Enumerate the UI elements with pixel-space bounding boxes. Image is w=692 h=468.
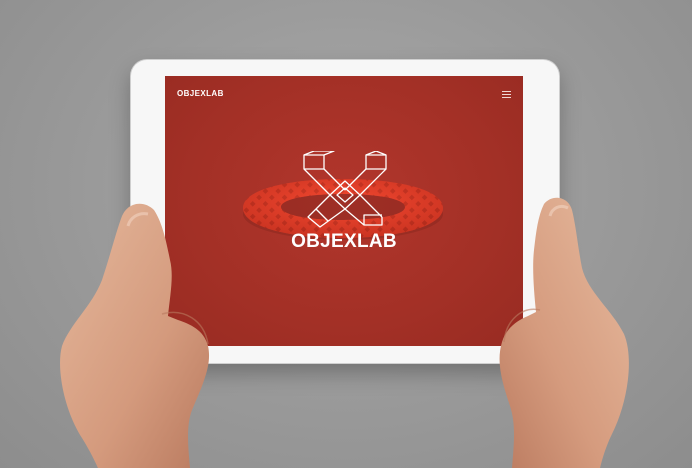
- website-screen: OBJEXLAB OBJEXLAB: [165, 76, 523, 346]
- right-hand-image: [499, 197, 629, 468]
- hamburger-menu-icon[interactable]: [502, 91, 511, 98]
- site-brand-logo[interactable]: OBJEXLAB: [177, 89, 224, 98]
- left-hand-image: [60, 203, 210, 468]
- hero-logo-wordmark: OBJEXLAB: [291, 231, 397, 252]
- objexlab-x-logo-icon: [303, 151, 387, 228]
